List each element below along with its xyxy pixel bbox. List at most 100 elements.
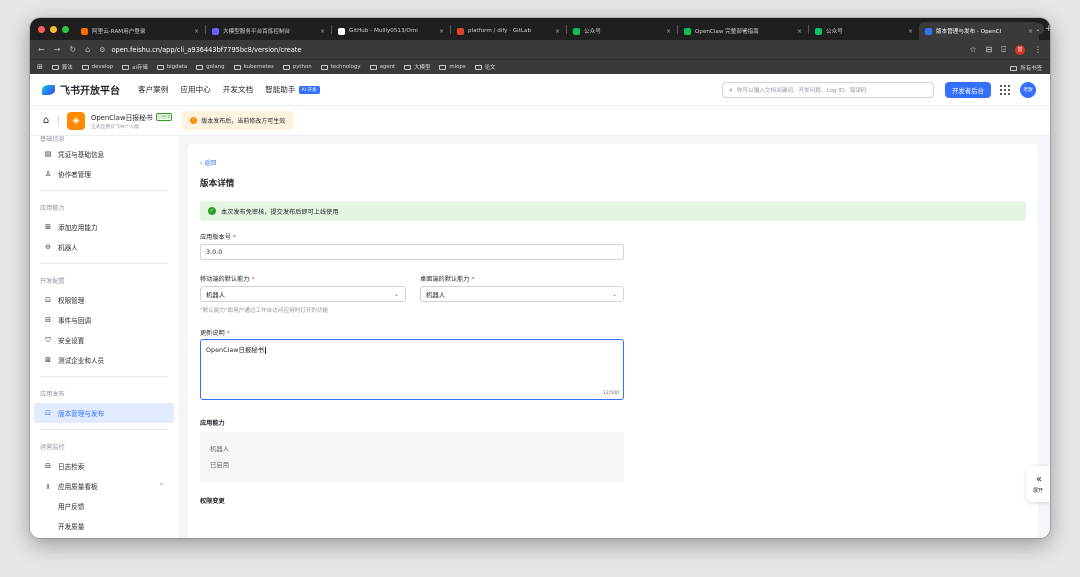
nav-app-center[interactable]: 应用中心: [180, 84, 210, 95]
bookmark-folder[interactable]: develop: [81, 63, 113, 71]
browser-tab[interactable]: 公众号 ×: [567, 22, 677, 40]
nav-customer-cases[interactable]: 客户案例: [138, 84, 168, 95]
back-arrow-icon[interactable]: ←: [38, 45, 45, 54]
tab-title: GitHub - Mullly0513/Omi: [349, 28, 418, 34]
nav-ai-assistant[interactable]: 智能助手 AI 开发: [265, 84, 320, 95]
bookmark-label: 论文: [484, 65, 496, 71]
bookmark-folder[interactable]: kubernetes: [233, 63, 274, 71]
sidebar-item[interactable]: ⊠ 测试企业和人员: [34, 350, 174, 370]
expand-panel-button[interactable]: ‹‹ 展开: [1026, 466, 1050, 502]
browser-tab[interactable]: 阿里云-RAM用户登录 ×: [75, 22, 205, 40]
back-link[interactable]: ‹ 返回: [200, 158, 216, 167]
minimize-window-button[interactable]: [50, 25, 57, 33]
version-input[interactable]: 3.0.0: [200, 244, 624, 260]
tab-close-icon[interactable]: ×: [320, 28, 325, 35]
folder-icon: [474, 64, 482, 70]
sidebar-item-label: 凭证与基础信息: [58, 151, 105, 159]
sidebar-item[interactable]: ⊟ 日志检索: [34, 456, 174, 476]
bookmark-folder[interactable]: 大模型: [404, 63, 430, 71]
url-bar[interactable]: ⚙ open.feishu.cn/app/cli_a936443bf7795bc…: [99, 46, 960, 54]
warning-icon: !: [190, 117, 198, 124]
browser-tab[interactable]: 版本管理与发布 - OpenCl ×: [919, 22, 1039, 40]
chevron-up-icon[interactable]: ⌃: [159, 483, 164, 490]
all-bookmarks[interactable]: 所有书签: [1010, 64, 1042, 72]
close-window-button[interactable]: [38, 25, 45, 33]
double-chevron-left-icon: ‹‹: [1036, 474, 1042, 485]
tab-close-icon[interactable]: ×: [194, 28, 199, 35]
ai-badge: AI 开发: [298, 85, 320, 94]
reload-icon[interactable]: ↻: [69, 45, 76, 54]
divider: [58, 115, 59, 126]
sidebar-item[interactable]: ⫫ 应用质量看板 ⌃: [34, 476, 174, 496]
sidebar-item[interactable]: 开发质量: [34, 516, 174, 536]
bookmark-folder[interactable]: python: [282, 63, 312, 71]
version-detail-panel: ‹ 返回 版本详情 ✓ 本次发布免审核，提交发布后即可上线使用 应用版本号 * …: [188, 144, 1038, 538]
top-nav: 飞书开放平台 客户案例 应用中心 开发文档 智能助手 AI 开发 ⌕ 你可以输入…: [30, 74, 1050, 106]
sidebar-item[interactable]: ⛉ 安全设置: [34, 330, 174, 350]
bookmark-folder[interactable]: bigdata: [156, 63, 187, 71]
sidebar-item[interactable]: ♙ 协作者管理: [34, 164, 174, 184]
developer-console-button[interactable]: 开发者后台: [945, 82, 991, 98]
tab-favicon-icon: [212, 27, 219, 35]
bookmark-label: mlops: [449, 64, 466, 70]
release-notes-textarea[interactable]: OpenClaw日报秘书 12/500: [200, 339, 624, 400]
mobile-value: 机器人: [206, 290, 226, 299]
tab-close-icon[interactable]: ×: [439, 28, 444, 35]
sidebar-item[interactable]: ⊖ 机器人: [34, 237, 174, 257]
extension-icon[interactable]: ⊟: [985, 45, 992, 54]
sidebar-item[interactable]: ▤ 凭证与基础信息: [34, 144, 174, 164]
default-hint: "默认能力"即用户通过工作台访问应用时打开的功能: [200, 308, 329, 314]
desktop-default-select[interactable]: 机器人 ⌄: [420, 286, 624, 302]
profile-avatar[interactable]: 暂: [1015, 44, 1025, 55]
extensions-puzzle-icon[interactable]: ⌹: [1001, 45, 1006, 55]
sidebar-item[interactable]: ⊟ 事件与回调: [34, 310, 174, 330]
search-input[interactable]: ⌕ 你可以输入文档关键词、开发问题、Log ID、错误码: [722, 82, 934, 98]
sidebar-item[interactable]: 用户反馈: [34, 496, 174, 516]
tab-close-icon[interactable]: ×: [555, 28, 560, 35]
bookmark-folder[interactable]: golang: [196, 63, 225, 71]
bookmark-folder[interactable]: agent: [369, 63, 395, 71]
sidebar: 基础信息 ▤ 凭证与基础信息 ♙ 协作者管理 应用能力 ⊞ 添加应用能力 ⊖ 机器人 开发配置 ⊡ 权…: [30, 136, 178, 538]
forward-arrow-icon[interactable]: →: [54, 45, 61, 54]
bookmark-folder[interactable]: ai存储: [122, 63, 148, 71]
bookmark-folder[interactable]: 论文: [474, 63, 496, 71]
feishu-logo[interactable]: 飞书开放平台: [42, 82, 120, 97]
nav-dev-docs[interactable]: 开发文档: [223, 84, 253, 95]
apps-grid-icon[interactable]: ⊞: [37, 63, 43, 71]
app-switcher[interactable]: OpenClaw日报秘书 已启用 正式应用仅飞书个人版: [91, 112, 173, 130]
browser-tab[interactable]: OpenClaw 完整部署指南 ×: [678, 22, 808, 40]
tab-search-button[interactable]: ⌄: [1032, 23, 1044, 35]
back-label: 返回: [204, 160, 217, 167]
sidebar-item[interactable]: ⊡ 权限管理: [34, 290, 174, 310]
browser-menu-icon[interactable]: ⋮: [1034, 45, 1042, 54]
bookmarks-bar: ⊞ 算法 develop ai存储 bigdata golang kubernetes py…: [30, 59, 1050, 74]
browser-tab[interactable]: 大模型服务平台百炼控制台 ×: [206, 22, 331, 40]
sidebar-item[interactable]: ⊞ 添加应用能力: [34, 217, 174, 237]
sidebar-item[interactable]: ⊡ 版本管理与发布: [34, 403, 174, 423]
browser-tab[interactable]: platform / dify · GitLab ×: [451, 22, 566, 40]
tab-title: 大模型服务平台百炼控制台: [223, 29, 291, 35]
publish-notice: ! 版本发布后，当前修改方可生效: [182, 111, 294, 130]
permission-icon: ⊡: [45, 296, 51, 304]
version-value: 3.0.0: [206, 248, 223, 256]
bookmark-folder[interactable]: mlops: [439, 63, 466, 71]
bookmark-folder[interactable]: technology: [320, 63, 361, 71]
user-avatar[interactable]: 老歌: [1020, 82, 1036, 98]
browser-tab[interactable]: GitHub - Mullly0513/Omi ×: [332, 22, 450, 40]
app-launcher-icon[interactable]: [1000, 85, 1010, 95]
url-text[interactable]: open.feishu.cn/app/cli_a936443bf7795bc8/…: [111, 46, 301, 54]
sidebar-section-title: 运营监控: [40, 443, 65, 451]
home-icon[interactable]: ⌂: [85, 45, 90, 54]
tab-close-icon[interactable]: ×: [908, 28, 913, 35]
tab-close-icon[interactable]: ×: [797, 28, 802, 35]
zoom-window-button[interactable]: [62, 25, 69, 33]
browser-tab[interactable]: 公众号 ×: [809, 22, 919, 40]
site-settings-icon[interactable]: ⚙: [99, 46, 105, 54]
bookmark-star-icon[interactable]: ☆: [969, 45, 976, 54]
tab-close-icon[interactable]: ×: [666, 28, 671, 35]
bookmark-folder[interactable]: 算法: [51, 63, 73, 71]
mobile-default-select[interactable]: 机器人 ⌄: [200, 286, 406, 302]
test-icon: ⊠: [45, 356, 51, 364]
home-icon[interactable]: ⌂: [40, 115, 52, 127]
sidebar-item-label: 事件与回调: [58, 317, 91, 325]
